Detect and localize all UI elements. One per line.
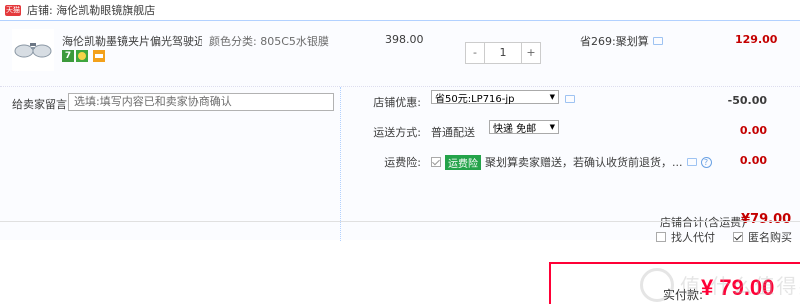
item-promo: 省269:聚划算 xyxy=(580,33,663,49)
coupon-value: -50.00 xyxy=(727,94,767,107)
proxy-pay-option[interactable]: 找人代付 xyxy=(656,229,715,245)
promo-text: 省269:聚划算 xyxy=(580,35,649,48)
shipping-select[interactable]: 快递 免邮 ▼ xyxy=(489,120,559,135)
item-total: 129.00 xyxy=(735,33,778,46)
quantity-stepper[interactable]: - 1 + xyxy=(465,42,541,64)
qty-plus-button[interactable]: + xyxy=(522,43,540,63)
item-spec: 颜色分类: 805C5水银膜 xyxy=(209,35,329,48)
insurance-value: 0.00 xyxy=(739,154,767,167)
item-title[interactable]: 海伦凯勒墨镜夹片偏光驾驶近视... xyxy=(62,33,202,49)
unit-price: 398.00 xyxy=(385,33,424,46)
insurance-tag: 运费险 xyxy=(445,154,481,170)
anonymous-checkbox[interactable] xyxy=(733,232,743,242)
coupon-label: 店铺优惠: xyxy=(373,96,421,109)
anonymous-option[interactable]: 匿名购买 xyxy=(733,229,792,245)
qty-minus-button[interactable]: - xyxy=(466,43,484,63)
coupon-select[interactable]: 省50元:LP716-jp ▼ xyxy=(431,90,559,105)
chevron-down-icon: ▼ xyxy=(549,123,555,131)
coupon-row: 店铺优惠: 省50元:LP716-jp ▼ -50.00 xyxy=(341,87,800,117)
item-badges: 7 xyxy=(62,50,108,62)
payment-box: 实付款: ¥ 79.00 xyxy=(549,262,800,304)
store-name[interactable]: 店铺: 海伦凯勒眼镜旗舰店 xyxy=(27,2,155,18)
insurance-checkbox[interactable] xyxy=(431,157,441,167)
store-header: 天猫 店铺: 海伦凯勒眼镜旗舰店 xyxy=(0,0,800,20)
coupon-info-icon[interactable] xyxy=(565,95,575,103)
card-badge-icon[interactable] xyxy=(90,50,108,62)
coupon-selected: 省50元:LP716-jp xyxy=(435,93,515,105)
anonymous-label: 匿名购买 xyxy=(748,231,792,244)
shipping-selected: 快递 免邮 xyxy=(493,123,537,135)
product-thumbnail[interactable] xyxy=(12,29,54,71)
proxy-pay-checkbox[interactable] xyxy=(656,232,666,242)
proxy-pay-label: 找人代付 xyxy=(671,231,715,244)
insurance-label: 运费险: xyxy=(384,156,421,169)
tmall-store-icon: 天猫 xyxy=(5,4,21,16)
chevron-down-icon: ▼ xyxy=(549,93,555,101)
qty-input[interactable]: 1 xyxy=(484,43,522,63)
divider xyxy=(0,221,800,222)
insurance-info-icon[interactable] xyxy=(686,158,697,166)
store-total-label: 店铺合计(含运费) xyxy=(660,216,746,229)
insurance-text: 聚划算卖家赠送，若确认收货前退货，... xyxy=(485,156,683,169)
shipping-label: 运送方式: xyxy=(373,126,421,139)
order-item-block: 海伦凯勒墨镜夹片偏光驾驶近视... 颜色分类: 805C5水银膜 7 398.0… xyxy=(0,20,800,241)
shipping-row: 运送方式: 普通配送 快递 免邮 ▼ 0.00 xyxy=(341,117,800,147)
payment-label: 实付款: xyxy=(663,288,704,302)
help-icon[interactable]: ? xyxy=(700,156,712,168)
promo-info-icon[interactable] xyxy=(652,37,663,45)
guarantee-badge-icon[interactable] xyxy=(76,50,88,62)
store-total-value: ¥79.00 xyxy=(741,212,792,227)
message-input[interactable]: 选填:填写内容已和卖家协商确认 xyxy=(68,93,334,111)
seven-day-return-badge[interactable]: 7 xyxy=(62,50,74,62)
item-row: 海伦凯勒墨镜夹片偏光驾驶近视... 颜色分类: 805C5水银膜 7 398.0… xyxy=(0,21,800,87)
shipping-value: 0.00 xyxy=(739,124,767,137)
shipping-method: 普通配送 xyxy=(431,126,475,139)
message-label: 给卖家留言: xyxy=(12,98,71,111)
payment-value: ¥ 79.00 xyxy=(701,275,775,300)
insurance-row: 运费险: 运费险 聚划算卖家赠送，若确认收货前退货，... ? 0.00 xyxy=(341,147,800,177)
insurance-detail: 运费险 聚划算卖家赠送，若确认收货前退货，... ? xyxy=(431,154,712,170)
